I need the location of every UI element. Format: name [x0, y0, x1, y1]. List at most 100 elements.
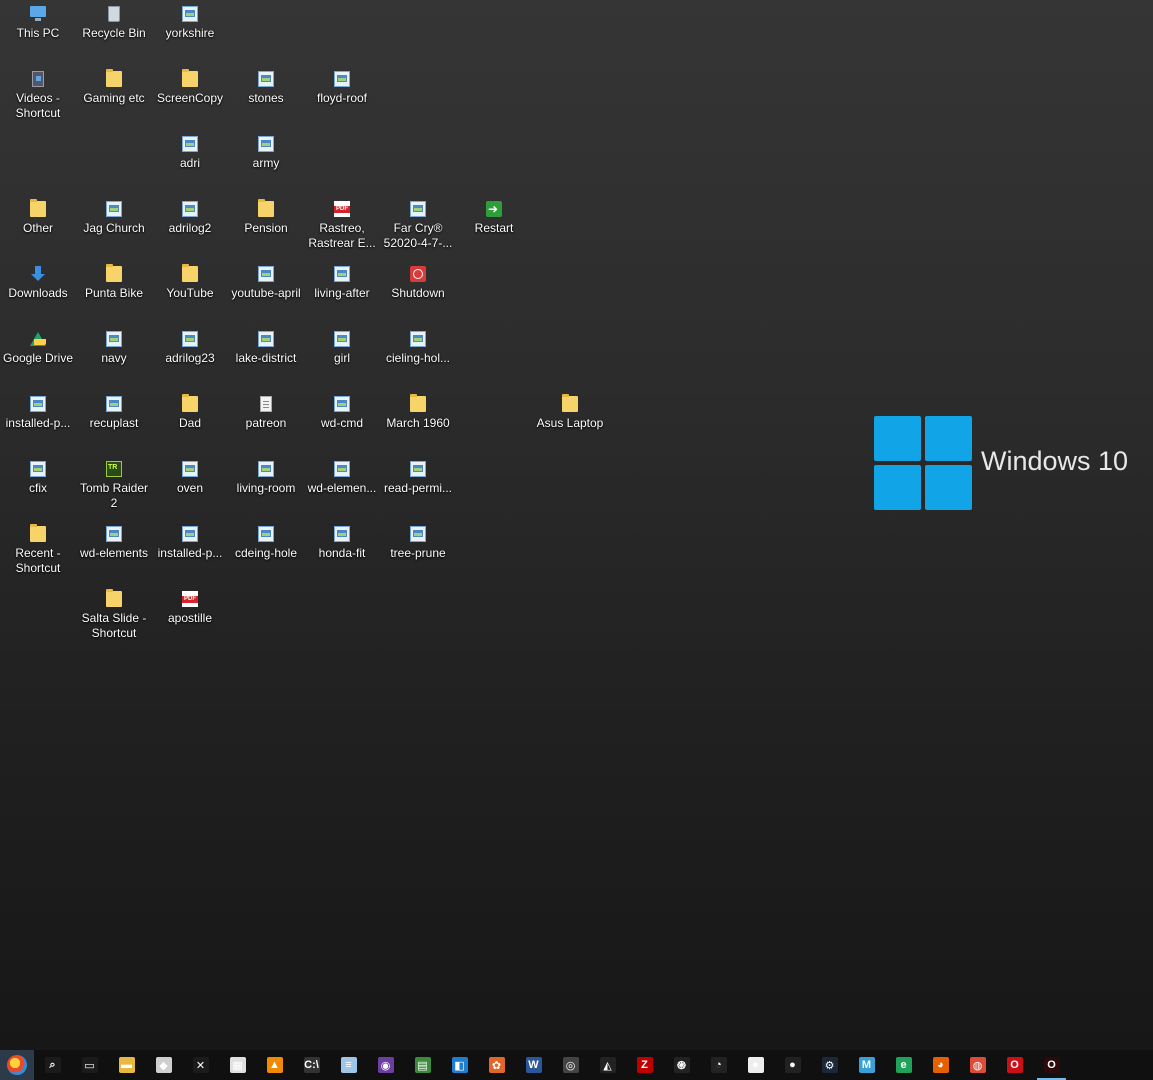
desktop-icon[interactable]: tree-prune [380, 520, 456, 561]
taskbar-button[interactable]: ◆ [145, 1050, 182, 1080]
desktop-icon[interactable]: living-room [228, 455, 304, 496]
taskbar-button[interactable]: ֍ [663, 1050, 700, 1080]
taskbar-button[interactable]: ◍ [959, 1050, 996, 1080]
taskbar-button[interactable]: ◕ [922, 1050, 959, 1080]
desktop-icon[interactable]: ScreenCopy [152, 65, 228, 106]
taskbar-button[interactable]: ▬ [108, 1050, 145, 1080]
desktop-icon-label: floyd-roof [316, 91, 368, 105]
desktop-icon[interactable]: Pension [228, 195, 304, 236]
taskbar-button[interactable]: ◉ [367, 1050, 404, 1080]
desktop-icon-label: adrilog2 [168, 221, 212, 235]
taskbar-button[interactable]: ▦ [219, 1050, 256, 1080]
taskbar-button[interactable]: ◭ [589, 1050, 626, 1080]
desktop-icon[interactable]: Rastreo, Rastrear E... [304, 195, 380, 251]
desktop-icon[interactable]: Asus Laptop [532, 390, 608, 431]
desktop-icon[interactable]: Recent - Shortcut [0, 520, 76, 576]
desktop-icon-label: Asus Laptop [536, 416, 604, 430]
taskbar-button[interactable]: ▭ [71, 1050, 108, 1080]
taskbar-button[interactable]: ▤ [404, 1050, 441, 1080]
taskbar-button[interactable]: ⚙ [811, 1050, 848, 1080]
start-button[interactable] [0, 1050, 34, 1080]
desktop-icon-label: navy [101, 351, 127, 365]
taskbar-button[interactable]: ✿ [478, 1050, 515, 1080]
image-icon [258, 266, 274, 282]
desktop-icon[interactable]: Jag Church [76, 195, 152, 236]
taskbar-button[interactable]: O [996, 1050, 1033, 1080]
desktop-icon[interactable]: cieling-hol... [380, 325, 456, 366]
desktop-icon[interactable]: YouTube [152, 260, 228, 301]
thispc-icon [30, 6, 46, 21]
taskbar-button[interactable]: ◔ [700, 1050, 737, 1080]
taskbar-button[interactable]: ● [737, 1050, 774, 1080]
desktop-icon[interactable]: installed-p... [0, 390, 76, 431]
desktop-icon[interactable]: honda-fit [304, 520, 380, 561]
desktop-icon[interactable]: Downloads [0, 260, 76, 301]
desktop-icon[interactable]: Google Drive [0, 325, 76, 366]
folder-icon [106, 69, 122, 87]
desktop-icon[interactable]: Restart [456, 195, 532, 236]
chrome-icon: ◍ [969, 1057, 986, 1073]
desktop-icon[interactable]: recuplast [76, 390, 152, 431]
image-icon [182, 201, 198, 217]
taskbar-button[interactable]: ⌕ [34, 1050, 71, 1080]
taskbar-button[interactable]: O [1033, 1050, 1070, 1080]
desktop-icon-label: Recycle Bin [82, 26, 146, 40]
windows-logo [874, 416, 974, 510]
desktop-icon[interactable]: This PC [0, 0, 76, 41]
speedometer-icon: ◔ [710, 1057, 727, 1073]
desktop-icon[interactable]: army [228, 130, 304, 171]
taskbar-button[interactable]: Z [626, 1050, 663, 1080]
desktop-icon[interactable]: Shutdown [380, 260, 456, 301]
desktop-icon[interactable]: apostille [152, 585, 228, 626]
taskbar-button[interactable]: ● [774, 1050, 811, 1080]
desktop-icon[interactable]: adri [152, 130, 228, 171]
desktop-icon[interactable]: Recycle Bin [76, 0, 152, 41]
desktop-icon[interactable]: floyd-roof [304, 65, 380, 106]
desktop-icon[interactable]: installed-p... [152, 520, 228, 561]
taskbar-button[interactable]: ≡ [330, 1050, 367, 1080]
desktop-icon[interactable]: yorkshire [152, 0, 228, 41]
desktop-icon[interactable]: read-permi... [380, 455, 456, 496]
download-icon [30, 266, 46, 282]
taskbar-button[interactable]: W [515, 1050, 552, 1080]
desktop-icon[interactable]: cdeing-hole [228, 520, 304, 561]
image-icon [258, 71, 274, 87]
desktop-icon[interactable]: navy [76, 325, 152, 366]
desktop-icon[interactable]: adrilog2 [152, 195, 228, 236]
desktop-icon[interactable]: Punta Bike [76, 260, 152, 301]
taskbar-button[interactable]: ◧ [441, 1050, 478, 1080]
taskbar-button[interactable]: ▲ [256, 1050, 293, 1080]
taskbar-button[interactable]: M [848, 1050, 885, 1080]
desktop-icon[interactable]: living-after [304, 260, 380, 301]
taskbar-button[interactable]: ◎ [552, 1050, 589, 1080]
desktop-icon[interactable]: wd-elements [76, 520, 152, 561]
desktop-icon-label: wd-cmd [320, 416, 363, 430]
desktop-icon[interactable]: Gaming etc [76, 65, 152, 106]
taskbar-button[interactable]: ✕ [182, 1050, 219, 1080]
desktop-icon[interactable]: youtube-april [228, 260, 304, 301]
desktop-icon[interactable]: March 1960 [380, 390, 456, 431]
desktop-icon[interactable]: Tomb Raider 2 [76, 455, 152, 511]
desktop-icon[interactable]: Salta Slide - Shortcut [76, 585, 152, 641]
image-icon [258, 526, 274, 542]
desktop-icon[interactable]: Videos - Shortcut [0, 65, 76, 121]
taskbar-button[interactable]: e [885, 1050, 922, 1080]
desktop-icon[interactable]: girl [304, 325, 380, 366]
desktop[interactable]: This PC Recycle Bin yorkshire Videos - Shor… [0, 0, 1153, 1050]
desktop-icon[interactable]: patreon [228, 390, 304, 431]
desktop-icon[interactable]: Far Cry® 52020-4-7-... [380, 195, 456, 251]
desktop-icon[interactable]: cfix [0, 455, 76, 496]
desktop-icon[interactable]: oven [152, 455, 228, 496]
xbox-icon: ✕ [192, 1057, 209, 1073]
desktop-icon[interactable]: lake-district [228, 325, 304, 366]
taskbar-button[interactable]: C:\ [293, 1050, 330, 1080]
image-icon [334, 71, 350, 87]
desktop-icon[interactable]: wd-elemen... [304, 455, 380, 496]
desktop-icon[interactable]: adrilog23 [152, 325, 228, 366]
desktop-icon[interactable]: Other [0, 195, 76, 236]
desktop-icon[interactable]: stones [228, 65, 304, 106]
image-icon [410, 526, 426, 542]
desktop-icon[interactable]: Dad [152, 390, 228, 431]
image-icon [258, 461, 274, 477]
desktop-icon[interactable]: wd-cmd [304, 390, 380, 431]
